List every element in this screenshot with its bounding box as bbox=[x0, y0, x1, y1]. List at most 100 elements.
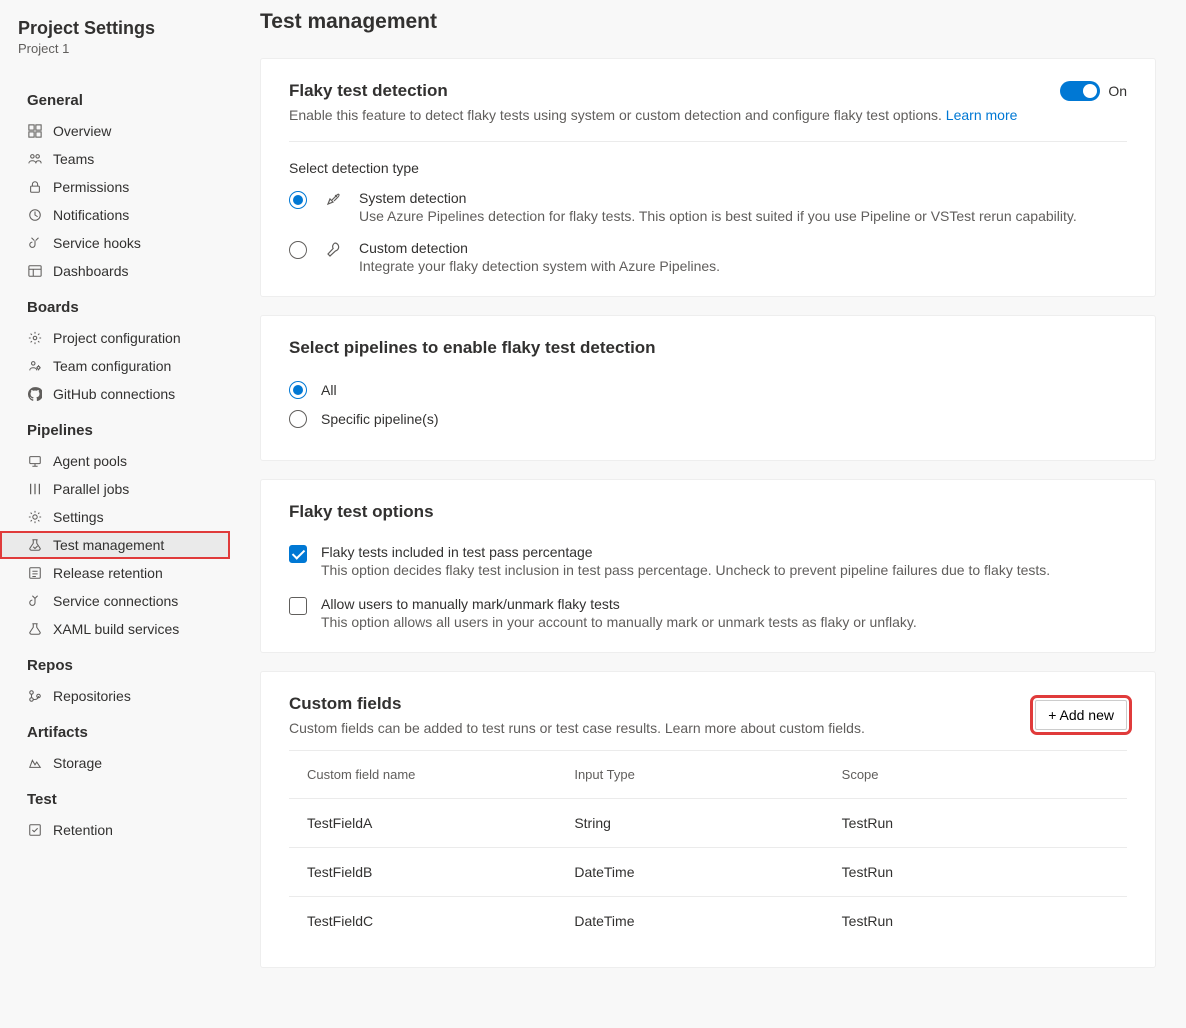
toggle-on-icon bbox=[1060, 81, 1100, 101]
sidebar-item-retention[interactable]: Retention bbox=[0, 816, 230, 844]
sidebar-item-label: Retention bbox=[53, 822, 113, 838]
flaky-options-card: Flaky test options Flaky tests included … bbox=[260, 479, 1156, 653]
cell-name: TestFieldA bbox=[307, 815, 574, 831]
xaml-icon bbox=[27, 621, 43, 637]
sidebar-item-label: Test management bbox=[53, 537, 164, 553]
sidebar-item-label: Settings bbox=[53, 509, 104, 525]
agent-icon bbox=[27, 453, 43, 469]
sidebar-item-label: Team configuration bbox=[53, 358, 171, 374]
sidebar-item-settings[interactable]: Settings bbox=[0, 503, 230, 531]
page-title: Test management bbox=[260, 10, 1156, 34]
retention-icon bbox=[27, 565, 43, 581]
sidebar-item-team-configuration[interactable]: Team configuration bbox=[0, 352, 230, 380]
sidebar-item-repositories[interactable]: Repositories bbox=[0, 682, 230, 710]
sidebar-item-label: Service connections bbox=[53, 593, 178, 609]
flaky-desc-text: Enable this feature to detect flaky test… bbox=[289, 107, 946, 123]
pipelines-all-label: All bbox=[321, 382, 337, 398]
custom-detection-desc: Integrate your flaky detection system wi… bbox=[359, 258, 720, 274]
cell-scope: TestRun bbox=[842, 815, 1109, 831]
custom-fields-desc: Custom fields can be added to test runs … bbox=[289, 720, 865, 736]
col-type: Input Type bbox=[574, 767, 841, 782]
radio-unchecked-icon bbox=[289, 241, 307, 259]
sidebar-item-parallel-jobs[interactable]: Parallel jobs bbox=[0, 475, 230, 503]
system-detection-desc: Use Azure Pipelines detection for flaky … bbox=[359, 208, 1077, 224]
lock-icon bbox=[27, 179, 43, 195]
include-title: Flaky tests included in test pass percen… bbox=[321, 544, 1050, 560]
select-pipelines-card: Select pipelines to enable flaky test de… bbox=[260, 315, 1156, 461]
sidebar-item-teams[interactable]: Teams bbox=[0, 145, 230, 173]
sidebar: Project Settings Project 1 GeneralOvervi… bbox=[0, 0, 230, 1028]
include-desc: This option decides flaky test inclusion… bbox=[321, 562, 1050, 578]
sidebar-item-github-connections[interactable]: GitHub connections bbox=[0, 380, 230, 408]
table-row[interactable]: TestFieldBDateTimeTestRun bbox=[289, 848, 1127, 897]
radio-checked-icon bbox=[289, 381, 307, 399]
checkbox-checked-icon bbox=[289, 545, 307, 563]
sidebar-item-storage[interactable]: Storage bbox=[0, 749, 230, 777]
table-row[interactable]: TestFieldAStringTestRun bbox=[289, 799, 1127, 848]
sidebar-item-project-configuration[interactable]: Project configuration bbox=[0, 324, 230, 352]
sidebar-item-label: Permissions bbox=[53, 179, 129, 195]
manual-flaky-option[interactable]: Allow users to manually mark/unmark flak… bbox=[289, 596, 1127, 630]
sidebar-item-label: Storage bbox=[53, 755, 102, 771]
add-new-button[interactable]: + Add new bbox=[1035, 700, 1127, 730]
test-icon bbox=[27, 537, 43, 553]
learn-more-link[interactable]: Learn more bbox=[946, 107, 1018, 123]
col-name: Custom field name bbox=[307, 767, 574, 782]
pipelines-all-option[interactable]: All bbox=[289, 380, 1127, 399]
cell-type: String bbox=[574, 815, 841, 831]
cell-scope: TestRun bbox=[842, 913, 1109, 929]
custom-fields-card: Custom fields Custom fields can be added… bbox=[260, 671, 1156, 968]
sidebar-item-label: Project configuration bbox=[53, 330, 181, 346]
repo-icon bbox=[27, 688, 43, 704]
sidebar-item-label: Service hooks bbox=[53, 235, 141, 251]
sidebar-group-label: General bbox=[0, 78, 230, 117]
sidebar-item-test-management[interactable]: Test management bbox=[0, 531, 230, 559]
cell-type: DateTime bbox=[574, 913, 841, 929]
connection-icon bbox=[27, 593, 43, 609]
wrench-icon bbox=[325, 241, 341, 257]
flaky-title: Flaky test detection bbox=[289, 81, 1017, 101]
table-row[interactable]: TestFieldCDateTimeTestRun bbox=[289, 897, 1127, 945]
custom-detection-title: Custom detection bbox=[359, 240, 720, 256]
sidebar-item-overview[interactable]: Overview bbox=[0, 117, 230, 145]
github-icon bbox=[27, 386, 43, 402]
sidebar-item-xaml-build-services[interactable]: XAML build services bbox=[0, 615, 230, 643]
sidebar-group-label: Repos bbox=[0, 643, 230, 682]
cell-scope: TestRun bbox=[842, 864, 1109, 880]
flaky-toggle[interactable]: On bbox=[1060, 81, 1127, 101]
select-detection-type-label: Select detection type bbox=[289, 160, 1127, 176]
toggle-label: On bbox=[1108, 83, 1127, 99]
sidebar-item-permissions[interactable]: Permissions bbox=[0, 173, 230, 201]
sidebar-item-service-connections[interactable]: Service connections bbox=[0, 587, 230, 615]
sidebar-item-service-hooks[interactable]: Service hooks bbox=[0, 229, 230, 257]
system-detection-option[interactable]: System detection Use Azure Pipelines det… bbox=[289, 190, 1127, 224]
include-flaky-option[interactable]: Flaky tests included in test pass percen… bbox=[289, 544, 1127, 578]
sidebar-group-label: Pipelines bbox=[0, 408, 230, 447]
sidebar-item-label: XAML build services bbox=[53, 621, 179, 637]
sidebar-item-label: Notifications bbox=[53, 207, 129, 223]
checkbox-unchecked-icon bbox=[289, 597, 307, 615]
sidebar-item-release-retention[interactable]: Release retention bbox=[0, 559, 230, 587]
parallel-icon bbox=[27, 481, 43, 497]
sidebar-item-label: Teams bbox=[53, 151, 94, 167]
sidebar-group-label: Artifacts bbox=[0, 710, 230, 749]
flaky-detection-card: Flaky test detection Enable this feature… bbox=[260, 58, 1156, 297]
sidebar-item-agent-pools[interactable]: Agent pools bbox=[0, 447, 230, 475]
hook-icon bbox=[27, 235, 43, 251]
main-content: Test management Flaky test detection Ena… bbox=[230, 0, 1186, 1028]
pipelines-specific-option[interactable]: Specific pipeline(s) bbox=[289, 409, 1127, 428]
flaky-desc: Enable this feature to detect flaky test… bbox=[289, 107, 1017, 123]
custom-fields-header: Custom field name Input Type Scope bbox=[289, 750, 1127, 799]
cell-name: TestFieldC bbox=[307, 913, 574, 929]
dashboard-icon bbox=[27, 263, 43, 279]
overview-icon bbox=[27, 123, 43, 139]
sidebar-item-label: Parallel jobs bbox=[53, 481, 129, 497]
radio-unchecked-icon bbox=[289, 410, 307, 428]
cell-type: DateTime bbox=[574, 864, 841, 880]
teams-icon bbox=[27, 151, 43, 167]
config-icon bbox=[27, 330, 43, 346]
sidebar-item-dashboards[interactable]: Dashboards bbox=[0, 257, 230, 285]
custom-detection-option[interactable]: Custom detection Integrate your flaky de… bbox=[289, 240, 1127, 274]
sidebar-group-label: Boards bbox=[0, 285, 230, 324]
sidebar-item-notifications[interactable]: Notifications bbox=[0, 201, 230, 229]
